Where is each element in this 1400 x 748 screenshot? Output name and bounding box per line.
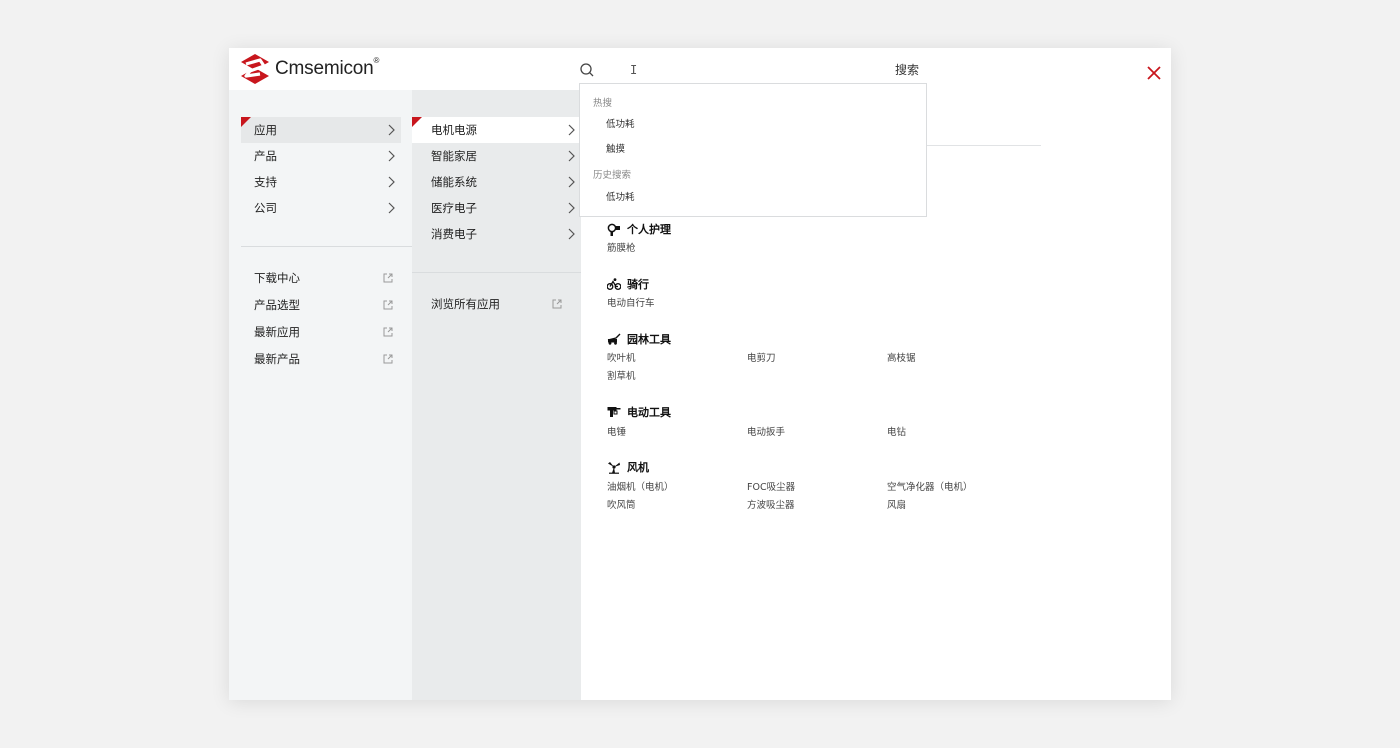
menu-item-label: 智能家居 [431,149,477,163]
divider [412,272,581,273]
category-title-text: 个人护理 [627,223,671,236]
category-link[interactable]: 电动扳手 [747,424,785,438]
secondary-menu-item-medical[interactable]: 医疗电子 [412,195,581,221]
quick-link-label: 产品选型 [254,298,300,312]
primary-menu-panel: 应用 产品 支持 公司 下载中心 产品选型 最新应用 最新产品 [229,90,412,700]
search-suggestions-dropdown: 热搜 低功耗 触摸 历史搜索 低功耗 [579,83,927,217]
secondary-menu-panel: 电机电源 智能家居 储能系统 医疗电子 消费电子 浏览所有应用 [412,90,581,700]
primary-menu-item-support[interactable]: 支持 [241,169,401,195]
external-link-icon [383,354,393,364]
quick-link-latest-products[interactable]: 最新产品 [254,349,394,369]
history-search-item[interactable]: 低功耗 [606,189,635,203]
secondary-menu-item-consumer[interactable]: 消费电子 [412,221,581,247]
category-link[interactable]: 吹风筒 [607,497,636,511]
primary-menu-item-products[interactable]: 产品 [241,143,401,169]
category-link[interactable]: 电锤 [607,424,626,438]
category-title-text: 骑行 [627,278,649,291]
category-title-text: 电动工具 [627,406,671,419]
primary-menu-item-apps[interactable]: 应用 [241,117,401,143]
hot-search-item[interactable]: 触摸 [606,141,625,155]
chevron-right-icon [388,202,395,214]
browse-all-applications-link[interactable]: 浏览所有应用 [431,294,571,314]
close-icon[interactable] [1146,65,1162,81]
quick-link-label: 最新应用 [254,325,300,339]
category-title-fans[interactable]: 风机 [607,459,649,475]
menu-item-label: 消费电子 [431,227,477,241]
menu-item-label: 产品 [254,149,277,163]
menu-item-label: 公司 [254,201,277,215]
category-link[interactable]: 方波吸尘器 [747,497,795,511]
lawn-mower-icon [607,333,621,345]
hot-search-item[interactable]: 低功耗 [606,116,635,130]
category-title-garden-tools[interactable]: 园林工具 [607,331,671,347]
category-title-text: 园林工具 [627,333,671,346]
category-link[interactable]: 风扇 [887,497,906,511]
secondary-menu-item-energy-storage[interactable]: 储能系统 [412,169,581,195]
category-link[interactable]: 电动自行车 [607,295,655,309]
search-input[interactable] [601,60,901,80]
chevron-right-icon [568,176,575,188]
text-cursor-icon: I [630,63,638,77]
primary-menu-item-company[interactable]: 公司 [241,195,401,221]
category-title-cycling[interactable]: 骑行 [607,276,649,292]
search-icon[interactable] [579,62,595,78]
menu-item-label: 储能系统 [431,175,477,189]
category-link[interactable]: 割草机 [607,368,636,382]
menu-item-label: 应用 [254,123,277,137]
chevron-right-icon [568,202,575,214]
hot-search-heading: 热搜 [593,98,613,109]
menu-item-label: 电机电源 [431,123,477,137]
chevron-right-icon [568,150,575,162]
logo[interactable]: Cmsemicon® [241,54,379,84]
quick-link-download-center[interactable]: 下载中心 [254,268,394,288]
menu-overlay-window: Cmsemicon® I 搜索 应用 产品 支持 公司 下载中心 产品选型 最新… [229,48,1171,700]
category-title-text: 风机 [627,461,649,474]
logo-mark-icon [241,54,269,84]
external-link-icon [383,300,393,310]
hair-dryer-icon [607,223,620,236]
category-title-power-tools[interactable]: 电动工具 [607,404,671,420]
category-title-personal-care[interactable]: 个人护理 [607,221,671,237]
chevron-right-icon [388,176,395,188]
active-flag [412,117,422,127]
quick-link-label: 下载中心 [254,271,300,285]
external-link-icon [383,273,393,283]
logo-text: Cmsemicon® [275,56,380,79]
category-link[interactable]: 筋膜枪 [607,240,636,254]
category-link[interactable]: 空气净化器（电机） [887,479,973,493]
category-link[interactable]: 高枝锯 [887,350,916,364]
fan-icon [608,461,620,474]
secondary-menu-item-motor-power[interactable]: 电机电源 [412,117,581,143]
chevron-right-icon [388,150,395,162]
drill-icon [607,407,621,417]
category-link[interactable]: 吹叶机 [607,350,636,364]
chevron-right-icon [388,124,395,136]
active-flag [241,117,251,127]
category-link[interactable]: 电钻 [887,424,906,438]
category-link[interactable]: 电剪刀 [747,350,776,364]
quick-link-latest-applications[interactable]: 最新应用 [254,322,394,342]
bicycle-icon [607,278,621,290]
search-button[interactable]: 搜索 [895,61,919,78]
menu-item-label: 支持 [254,175,277,189]
tab-underline [927,145,1041,146]
menu-item-label: 医疗电子 [431,201,477,215]
category-link[interactable]: FOC吸尘器 [747,479,795,493]
secondary-menu-item-smart-home[interactable]: 智能家居 [412,143,581,169]
chevron-right-icon [568,228,575,240]
browse-all-label: 浏览所有应用 [431,297,500,311]
chevron-right-icon [568,124,575,136]
history-search-heading: 历史搜索 [593,170,632,181]
external-link-icon [383,327,393,337]
quick-link-product-selection[interactable]: 产品选型 [254,295,394,315]
quick-link-label: 最新产品 [254,352,300,366]
category-link[interactable]: 油烟机（电机） [607,479,674,493]
divider [241,246,412,247]
external-link-icon [552,299,562,309]
